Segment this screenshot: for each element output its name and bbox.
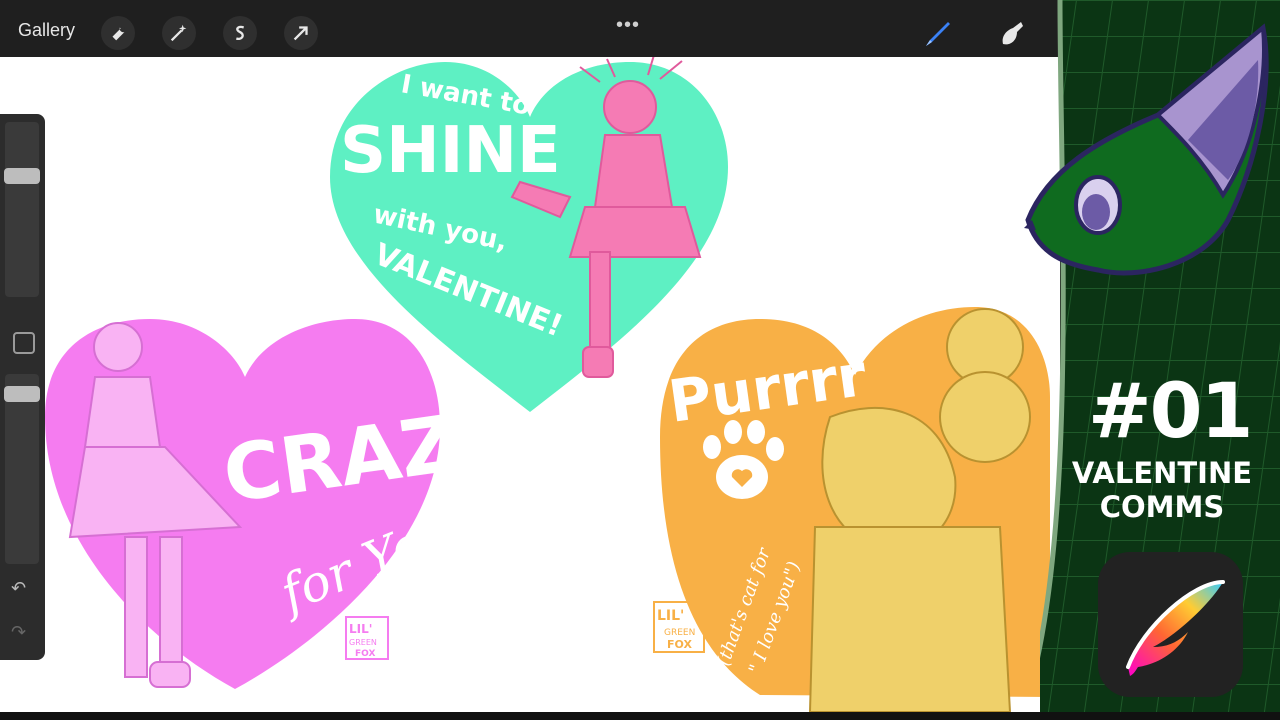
teal-line2: SHINE	[340, 114, 561, 188]
drawing-canvas[interactable]: I want to SHINE with you, VALENTINE! CRA…	[0, 57, 1060, 712]
fox-mascot-logo	[1024, 23, 1269, 276]
selection-icon[interactable]	[223, 16, 257, 50]
sig-right-1: LIL'	[657, 608, 684, 624]
left-sidebar: ↶ ↷	[0, 114, 45, 660]
brush-icon[interactable]	[920, 16, 954, 50]
gallery-button[interactable]: Gallery	[18, 20, 75, 41]
sig-left-1: LIL'	[349, 622, 372, 636]
episode-number: #01	[1088, 366, 1253, 455]
undo-icon[interactable]: ↶	[11, 578, 26, 599]
sig-left-3: FOX	[355, 649, 375, 659]
more-options-icon[interactable]: •••	[616, 14, 640, 37]
artwork-svg: I want to SHINE with you, VALENTINE! CRA…	[45, 57, 1050, 712]
episode-title-line2: COMMS	[1099, 490, 1225, 524]
procreate-icon	[1098, 552, 1243, 697]
sig-right-2: GREEN	[664, 628, 695, 638]
redo-icon[interactable]: ↷	[11, 622, 26, 643]
opacity-handle[interactable]	[4, 386, 40, 402]
sig-left-2: GREEN	[349, 638, 377, 647]
eyedropper-square-button[interactable]	[13, 332, 35, 354]
wrench-icon[interactable]	[101, 16, 135, 50]
sig-right-3: FOX	[667, 638, 692, 651]
procreate-screen: I want to SHINE with you, VALENTINE! CRA…	[0, 0, 1280, 720]
episode-title-line1: VALENTINE	[1071, 456, 1253, 490]
opacity-slider[interactable]	[5, 374, 39, 564]
signature-logo-left: LIL' GREEN FOX	[345, 616, 389, 660]
brush-size-handle[interactable]	[4, 168, 40, 184]
magic-wand-icon[interactable]	[162, 16, 196, 50]
brush-size-slider[interactable]	[5, 122, 39, 297]
transform-arrow-icon[interactable]	[284, 16, 318, 50]
bottom-letterbox	[0, 712, 1280, 720]
